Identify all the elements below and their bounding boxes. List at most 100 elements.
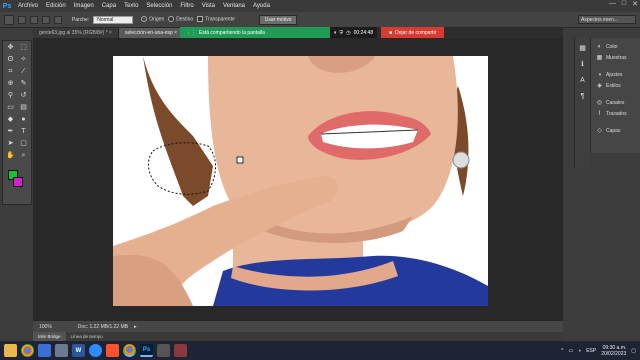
- app-icon[interactable]: [174, 344, 187, 357]
- paragraph-icon[interactable]: ¶: [578, 92, 587, 101]
- screen-share-bar: ⋮⋮ Está compartiendo la pantalla ⏸ ⛨ ◷ 0…: [180, 27, 445, 38]
- doc-tab-seleccion[interactable]: selección-en-una-esp ×: [118, 28, 185, 38]
- menu-ayuda[interactable]: Ayuda: [249, 3, 274, 9]
- close-tab-icon[interactable]: ×: [174, 30, 177, 36]
- share-message-text: Está compartiendo la pantalla: [199, 29, 265, 36]
- menu-edicion[interactable]: Edición: [42, 3, 70, 9]
- brush-tool-icon[interactable]: ✎: [19, 79, 28, 88]
- panel-label: Trazados: [606, 110, 627, 117]
- patch-tool-icon[interactable]: ⊕: [6, 79, 15, 88]
- face: [208, 56, 458, 286]
- speaker-icon[interactable]: ◖: [578, 348, 581, 354]
- photoshop-icon[interactable]: Ps: [140, 344, 153, 357]
- brave-icon[interactable]: [106, 344, 119, 357]
- new-selection-icon[interactable]: [18, 15, 26, 24]
- gradient-tool-icon[interactable]: ▤: [19, 103, 28, 112]
- eraser-tool-icon[interactable]: ▭: [6, 103, 15, 112]
- blur-tool-icon[interactable]: ◆: [6, 115, 15, 124]
- shield-icon: ⛨: [339, 29, 344, 36]
- close-tab-icon[interactable]: ×: [109, 30, 112, 36]
- menu-vista[interactable]: Vista: [198, 3, 219, 9]
- pen-tool-icon[interactable]: ✒: [6, 127, 15, 136]
- file-explorer-icon[interactable]: [4, 344, 17, 357]
- zoom-app-icon[interactable]: [89, 344, 102, 357]
- shape-tool-icon[interactable]: ▢: [19, 139, 28, 148]
- menu-texto[interactable]: Texto: [120, 3, 142, 9]
- maximize-button[interactable]: □: [622, 0, 626, 8]
- properties-icon[interactable]: ℹ: [578, 60, 587, 69]
- menu-imagen[interactable]: Imagen: [70, 3, 98, 9]
- stamp-tool-icon[interactable]: ⚲: [6, 91, 15, 100]
- pause-icon[interactable]: ⏸: [334, 30, 337, 36]
- tab-timeline[interactable]: Línea de tiempo: [66, 332, 108, 341]
- panel-swatches[interactable]: ▦ Muestras: [591, 52, 640, 63]
- eyedropper-tool-icon[interactable]: ⁄: [19, 67, 28, 76]
- color-icon: ◐: [597, 43, 602, 50]
- tool-preset-picker[interactable]: [4, 14, 14, 25]
- menu-bar: Ps Archivo Edición Imagen Capa Texto Sel…: [0, 0, 640, 12]
- app-icon[interactable]: [157, 344, 170, 357]
- lasso-tool-icon[interactable]: ʘ: [6, 55, 15, 64]
- source-radio[interactable]: Origen: [141, 16, 164, 23]
- patch-mode-select[interactable]: Normal: [93, 15, 134, 24]
- panel-paths[interactable]: ⌇ Trazados: [591, 108, 640, 119]
- destination-radio[interactable]: Destino: [168, 16, 193, 23]
- tab-mini-bridge[interactable]: Mini Bridge: [33, 332, 66, 341]
- zoom-level[interactable]: 100%: [39, 324, 52, 330]
- close-button[interactable]: ✕: [632, 0, 638, 8]
- zoom-tool-icon[interactable]: ⌕: [19, 151, 28, 160]
- transparent-checkbox[interactable]: Transparente: [197, 16, 235, 23]
- panel-channels[interactable]: ◎ Canales: [591, 97, 640, 108]
- notifications-icon[interactable]: ▢: [631, 348, 636, 354]
- background-color-swatch[interactable]: [13, 177, 23, 187]
- panel-layers[interactable]: ◇ Capas: [591, 125, 640, 136]
- panel-adjustments[interactable]: ◑ Ajustes: [591, 69, 640, 80]
- doc-tab-label: gente63.jpg al 35% (RGB/8#) *: [39, 30, 108, 36]
- history-brush-tool-icon[interactable]: ↺: [19, 91, 28, 100]
- language-indicator[interactable]: ESP: [586, 348, 596, 354]
- chevron-up-icon[interactable]: ^: [561, 348, 563, 354]
- patch-mode-value: Normal: [97, 16, 114, 23]
- panel-color[interactable]: ◐ Color: [591, 41, 640, 52]
- window-controls: — □ ✕: [609, 0, 638, 8]
- move-tool-icon[interactable]: ✥: [6, 43, 15, 52]
- subtract-selection-icon[interactable]: [42, 15, 50, 24]
- network-icon[interactable]: ▭: [568, 348, 573, 354]
- radio-icon: [141, 16, 148, 23]
- chrome-icon[interactable]: [21, 344, 34, 357]
- use-pattern-button[interactable]: Usar motivo: [258, 14, 298, 25]
- workspace-select[interactable]: Aspectos esen...: [578, 15, 636, 24]
- status-arrow-icon[interactable]: ▸: [134, 324, 137, 330]
- menu-ventana[interactable]: Ventana: [219, 3, 249, 9]
- minimize-button[interactable]: —: [609, 0, 616, 8]
- stop-sharing-button[interactable]: ■ Dejar de compartir: [381, 27, 445, 38]
- menu-filtro[interactable]: Filtro: [176, 3, 197, 9]
- doc-tab-gente63[interactable]: gente63.jpg al 35% (RGB/8#) * ×: [33, 28, 119, 38]
- word-icon[interactable]: W: [72, 344, 85, 357]
- type-tool-icon[interactable]: T: [19, 127, 28, 136]
- path-selection-tool-icon[interactable]: ➤: [6, 139, 15, 148]
- checkbox-icon: [197, 16, 204, 23]
- crop-tool-icon[interactable]: ⌗: [6, 67, 15, 76]
- chrome-icon[interactable]: [123, 344, 136, 357]
- grip-icon[interactable]: ⋮⋮: [186, 30, 196, 36]
- menu-seleccion[interactable]: Selección: [142, 3, 176, 9]
- layers-icon: ◇: [597, 127, 602, 134]
- dodge-tool-icon[interactable]: ●: [19, 115, 28, 124]
- hand-tool-icon[interactable]: ✋: [6, 151, 15, 160]
- character-icon[interactable]: A: [578, 76, 587, 85]
- app-icon[interactable]: [55, 344, 68, 357]
- clock-time: 09:30 a.m.: [602, 344, 627, 351]
- mini-dock: ▦ ℹ A ¶: [574, 38, 590, 168]
- menu-archivo[interactable]: Archivo: [14, 3, 42, 9]
- history-icon[interactable]: ▦: [578, 44, 587, 53]
- magic-wand-tool-icon[interactable]: ✧: [19, 55, 28, 64]
- intersect-selection-icon[interactable]: [54, 15, 62, 24]
- app-icon[interactable]: [38, 344, 51, 357]
- panel-styles[interactable]: ◈ Estilos: [591, 80, 640, 91]
- document-image[interactable]: [113, 56, 488, 306]
- marquee-tool-icon[interactable]: ⬚: [19, 43, 28, 52]
- clock[interactable]: 09:30 a.m. 20/02/2023: [601, 345, 626, 357]
- add-selection-icon[interactable]: [30, 15, 38, 24]
- menu-capa[interactable]: Capa: [98, 3, 120, 9]
